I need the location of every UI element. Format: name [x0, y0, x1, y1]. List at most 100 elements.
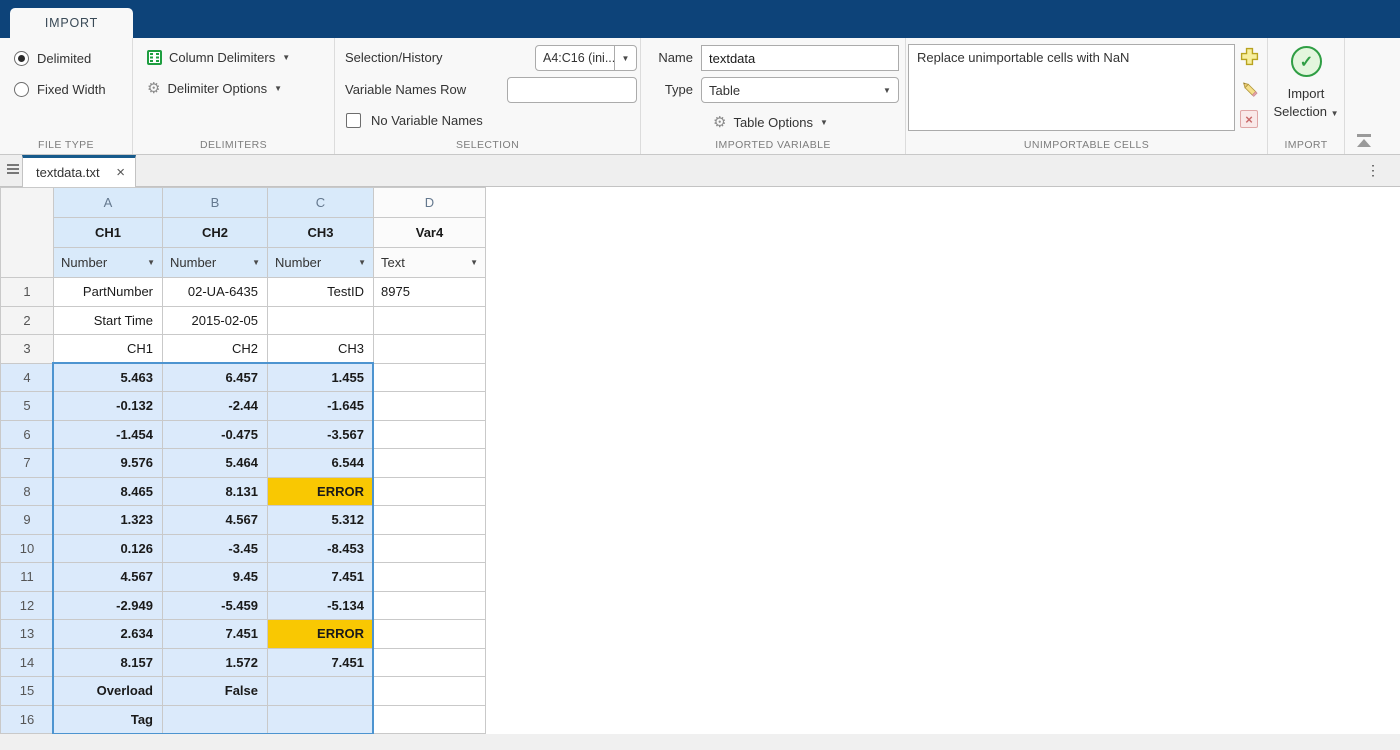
- grid-cell[interactable]: ERROR: [268, 477, 374, 506]
- column-type-dropdown[interactable]: Text▼: [374, 248, 486, 278]
- grid-cell[interactable]: 5.463: [54, 363, 163, 392]
- column-header-D[interactable]: D: [374, 188, 486, 218]
- variable-type-dropdown[interactable]: Table ▼: [701, 77, 899, 103]
- column-type-dropdown[interactable]: Number▼: [54, 248, 163, 278]
- grid-cell[interactable]: 6.457: [163, 363, 268, 392]
- row-header[interactable]: 4: [1, 363, 54, 392]
- grid-cell[interactable]: [268, 705, 374, 734]
- row-header[interactable]: 11: [1, 563, 54, 592]
- document-list-icon[interactable]: [7, 164, 19, 176]
- grid-cell[interactable]: [374, 705, 486, 734]
- variable-name-cell[interactable]: CH3: [268, 218, 374, 248]
- grid-cell[interactable]: [374, 335, 486, 364]
- grid-cell[interactable]: 6.544: [268, 449, 374, 478]
- grid-cell[interactable]: [268, 677, 374, 706]
- grid-cell[interactable]: 1.323: [54, 506, 163, 535]
- grid-cell[interactable]: 9.45: [163, 563, 268, 592]
- unimportable-rules-list[interactable]: Replace unimportable cells with NaN: [908, 44, 1235, 131]
- row-header[interactable]: 9: [1, 506, 54, 535]
- variable-name-field[interactable]: [701, 45, 899, 71]
- row-header[interactable]: 13: [1, 620, 54, 649]
- no-variable-names-checkbox-row[interactable]: No Variable Names: [346, 110, 483, 130]
- delete-rule-button[interactable]: ×: [1239, 109, 1259, 129]
- table-options-button[interactable]: ⚙ Table Options ▼: [713, 112, 828, 132]
- select-all-corner[interactable]: [1, 188, 54, 278]
- grid-cell[interactable]: [374, 306, 486, 335]
- variable-name-cell[interactable]: CH2: [163, 218, 268, 248]
- variable-name-cell[interactable]: CH1: [54, 218, 163, 248]
- grid-cell[interactable]: 7.451: [268, 648, 374, 677]
- grid-cell[interactable]: 4.567: [54, 563, 163, 592]
- grid-cell[interactable]: 7.451: [268, 563, 374, 592]
- grid-cell[interactable]: 5.464: [163, 449, 268, 478]
- column-type-dropdown[interactable]: Number▼: [163, 248, 268, 278]
- radio-fixed-width-circle[interactable]: [14, 82, 29, 97]
- grid-cell[interactable]: [374, 363, 486, 392]
- variable-name-input[interactable]: [702, 46, 898, 70]
- radio-fixed-width[interactable]: Fixed Width: [14, 79, 106, 99]
- grid-cell[interactable]: CH1: [54, 335, 163, 364]
- grid-cell[interactable]: [374, 449, 486, 478]
- row-header[interactable]: 2: [1, 306, 54, 335]
- grid-cell[interactable]: -8.453: [268, 534, 374, 563]
- grid-cell[interactable]: -1.645: [268, 392, 374, 421]
- row-header[interactable]: 7: [1, 449, 54, 478]
- row-header[interactable]: 5: [1, 392, 54, 421]
- grid-cell[interactable]: 8.465: [54, 477, 163, 506]
- grid-cell[interactable]: CH2: [163, 335, 268, 364]
- row-header[interactable]: 3: [1, 335, 54, 364]
- variable-type-dropdown-button[interactable]: ▼: [876, 78, 898, 102]
- grid-cell[interactable]: 8975: [374, 278, 486, 307]
- grid-cell[interactable]: -0.132: [54, 392, 163, 421]
- grid-cell[interactable]: [374, 563, 486, 592]
- grid-cell[interactable]: 8.131: [163, 477, 268, 506]
- grid-cell[interactable]: [163, 705, 268, 734]
- no-variable-names-checkbox[interactable]: [346, 113, 361, 128]
- unimportable-rule-item[interactable]: Replace unimportable cells with NaN: [917, 50, 1129, 65]
- grid-cell[interactable]: Start Time: [54, 306, 163, 335]
- grid-cell[interactable]: [374, 648, 486, 677]
- grid-cell[interactable]: [374, 420, 486, 449]
- grid-cell[interactable]: -5.459: [163, 591, 268, 620]
- grid-cell[interactable]: ERROR: [268, 620, 374, 649]
- radio-delimited[interactable]: Delimited: [14, 48, 91, 68]
- column-header-B[interactable]: B: [163, 188, 268, 218]
- grid-cell[interactable]: [374, 506, 486, 535]
- grid-cell[interactable]: 7.451: [163, 620, 268, 649]
- column-delimiters-button[interactable]: Column Delimiters ▼: [147, 47, 290, 67]
- variable-names-row-input[interactable]: [508, 78, 637, 102]
- row-header[interactable]: 8: [1, 477, 54, 506]
- import-selection-button[interactable]: ✓ Import Selection ▼: [1268, 38, 1344, 154]
- grid-cell[interactable]: -2.949: [54, 591, 163, 620]
- selection-history-dropdown[interactable]: A4:C16 (ini... ▼: [535, 45, 637, 71]
- row-header[interactable]: 14: [1, 648, 54, 677]
- grid-cell[interactable]: 2.634: [54, 620, 163, 649]
- grid-cell[interactable]: [374, 620, 486, 649]
- collapse-ribbon-icon[interactable]: [1356, 134, 1372, 147]
- grid-cell[interactable]: 2015-02-05: [163, 306, 268, 335]
- grid-cell[interactable]: -1.454: [54, 420, 163, 449]
- edit-rule-button[interactable]: [1239, 78, 1259, 98]
- close-icon[interactable]: ×: [116, 165, 125, 180]
- column-header-A[interactable]: A: [54, 188, 163, 218]
- grid-cell[interactable]: Overload: [54, 677, 163, 706]
- column-header-C[interactable]: C: [268, 188, 374, 218]
- tab-textdata-txt[interactable]: textdata.txt ×: [22, 155, 136, 187]
- variable-name-cell[interactable]: Var4: [374, 218, 486, 248]
- grid-cell[interactable]: TestID: [268, 278, 374, 307]
- grid-cell[interactable]: PartNumber: [54, 278, 163, 307]
- grid-cell[interactable]: 5.312: [268, 506, 374, 535]
- variable-names-row-spinner[interactable]: ▲ ▼: [507, 77, 637, 103]
- grid-cell[interactable]: 9.576: [54, 449, 163, 478]
- row-header[interactable]: 10: [1, 534, 54, 563]
- grid-cell[interactable]: -3.567: [268, 420, 374, 449]
- grid-cell[interactable]: [268, 306, 374, 335]
- grid-cell[interactable]: [374, 534, 486, 563]
- selection-history-dropdown-button[interactable]: ▼: [614, 46, 636, 70]
- grid-cell[interactable]: 1.572: [163, 648, 268, 677]
- grid-cell[interactable]: CH3: [268, 335, 374, 364]
- grid-cell[interactable]: 4.567: [163, 506, 268, 535]
- tab-overflow-icon[interactable]: ⋮: [1366, 162, 1380, 179]
- delimiter-options-button[interactable]: ⚙ Delimiter Options ▼: [147, 78, 282, 98]
- radio-delimited-circle[interactable]: [14, 51, 29, 66]
